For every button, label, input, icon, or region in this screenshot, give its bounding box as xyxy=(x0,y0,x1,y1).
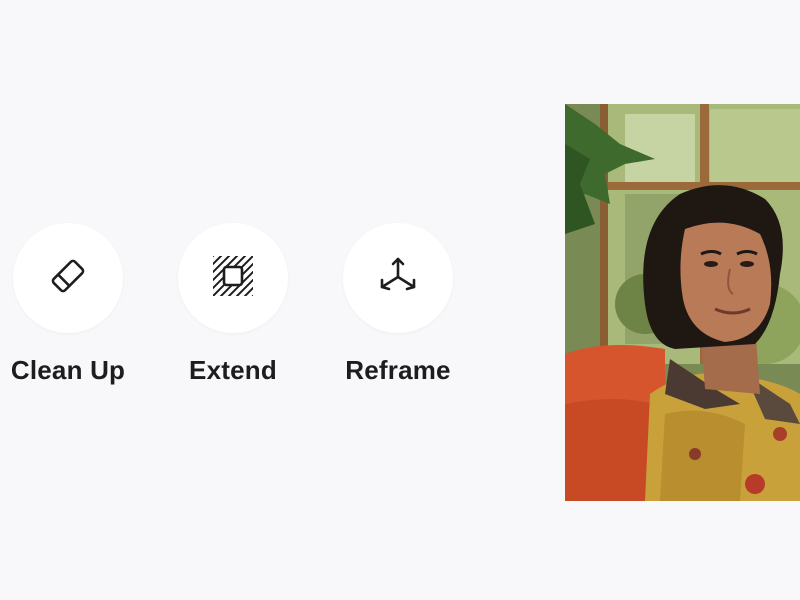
clean-up-tool[interactable]: Clean Up xyxy=(0,223,143,393)
extend-button[interactable] xyxy=(178,223,288,333)
extend-frame-icon xyxy=(210,253,256,304)
extend-tool[interactable]: Extend xyxy=(158,223,308,393)
reframe-label: Reframe xyxy=(345,355,451,385)
reframe-button[interactable] xyxy=(343,223,453,333)
extend-label: Extend xyxy=(189,355,277,385)
eraser-icon xyxy=(45,253,91,304)
reframe-3d-icon xyxy=(375,253,421,304)
portrait-photo xyxy=(565,104,800,501)
clean-up-button[interactable] xyxy=(13,223,123,333)
clean-up-label: Clean Up xyxy=(10,355,126,385)
reframe-tool[interactable]: Reframe xyxy=(323,223,473,393)
